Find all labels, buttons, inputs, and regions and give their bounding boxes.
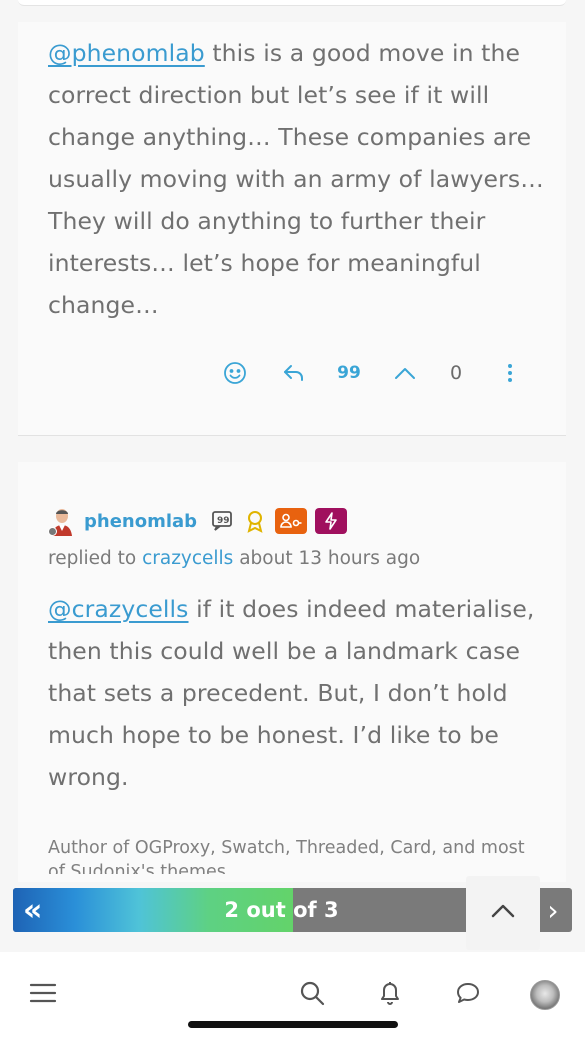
quote-button[interactable]: 99	[336, 358, 362, 388]
reply-target-link[interactable]: crazycells	[142, 548, 233, 569]
chevron-up-icon	[490, 903, 516, 923]
vote-count-value: 0	[449, 362, 463, 384]
menu-icon	[29, 982, 57, 1008]
post-card: @phenomlab this is a good move in the co…	[18, 22, 566, 436]
award-badge-icon[interactable]	[243, 508, 267, 534]
chats-button[interactable]	[453, 980, 483, 1010]
user-key-badge-icon[interactable]	[275, 508, 308, 534]
smiley-icon	[223, 361, 247, 385]
post-menu-button[interactable]	[500, 358, 520, 388]
home-indicator	[188, 1021, 398, 1028]
user-avatar-image	[530, 980, 560, 1010]
post-text: this is a good move in the correct direc…	[48, 39, 544, 319]
menu-button[interactable]	[28, 980, 58, 1010]
vote-count[interactable]: 0	[444, 358, 468, 388]
post-card: phenomlab 99 replied to crazycells about…	[18, 462, 566, 882]
more-vertical-icon	[507, 363, 513, 383]
offline-status-dot	[48, 527, 57, 536]
upvote-button[interactable]	[392, 358, 418, 388]
reply-icon	[282, 362, 306, 384]
post-content: @crazycells if it does indeed materialis…	[48, 588, 548, 798]
author-badges: 99	[209, 508, 348, 534]
reply-button[interactable]	[280, 358, 308, 388]
post-actions: 99 0	[18, 358, 566, 388]
quote-badge-icon[interactable]: 99	[209, 508, 235, 534]
post-signature: Author of OGProxy, Swatch, Threaded, Car…	[48, 838, 525, 874]
post-content: @phenomlab this is a good move in the co…	[48, 32, 548, 326]
post-author-row: phenomlab 99	[48, 506, 348, 536]
author-name[interactable]: phenomlab	[84, 511, 197, 532]
search-button[interactable]	[297, 980, 327, 1010]
notifications-button[interactable]	[375, 980, 405, 1010]
reply-prefix: replied to	[48, 548, 143, 569]
quote-icon: 99	[337, 363, 361, 383]
next-post-button[interactable]: ›	[540, 888, 566, 932]
post-text: if it does indeed materialise, then this…	[48, 595, 535, 791]
react-button[interactable]	[222, 358, 248, 388]
chevron-right-icon: ›	[547, 893, 559, 927]
reply-timestamp[interactable]: about 13 hours ago	[233, 548, 420, 569]
search-icon	[299, 980, 325, 1010]
signature-text: Author of OGProxy, Swatch, Threaded, Car…	[48, 838, 525, 858]
topic-page: @phenomlab this is a good move in the co…	[0, 0, 585, 1041]
user-avatar[interactable]	[530, 980, 560, 1010]
mention-link[interactable]: @phenomlab	[48, 39, 205, 67]
author-avatar[interactable]	[48, 506, 74, 536]
mention-link[interactable]: @crazycells	[48, 595, 189, 623]
svg-text:99: 99	[217, 516, 230, 526]
signature-text-clipped: of Sudonix's themes	[48, 862, 226, 874]
chat-icon	[455, 981, 481, 1009]
bolt-badge-icon[interactable]	[315, 508, 348, 534]
reply-meta: replied to crazycells about 13 hours ago	[48, 548, 420, 569]
scroll-to-top-button[interactable]	[466, 876, 540, 950]
bottom-navigation	[0, 952, 585, 1041]
chevron-up-icon	[394, 366, 416, 380]
previous-post-edge	[18, 0, 566, 6]
bell-icon	[378, 980, 402, 1010]
